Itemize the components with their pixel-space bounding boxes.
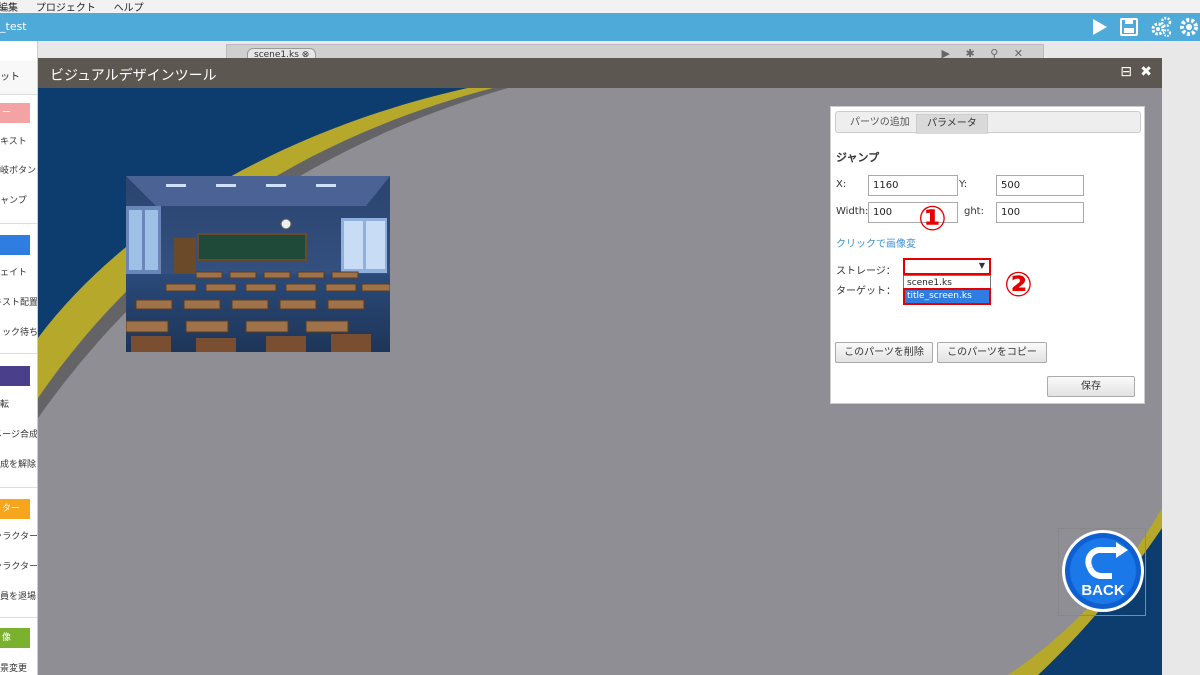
minimize-icon[interactable]: ⊟ xyxy=(1120,64,1132,80)
sidebar-divider xyxy=(0,353,37,354)
sidebar-section-header[interactable] xyxy=(0,235,30,255)
sidebar-divider xyxy=(0,487,37,488)
storage-option[interactable]: scene1.ks xyxy=(905,277,989,290)
target-label: ターゲット： xyxy=(836,286,896,297)
gears-icon[interactable] xyxy=(1150,16,1172,38)
height-input[interactable]: 100 xyxy=(996,202,1084,223)
x-input[interactable]: 1160 xyxy=(868,175,958,196)
y-label: Y: xyxy=(959,179,968,190)
sidebar-divider xyxy=(0,223,37,224)
sidebar-section-header[interactable] xyxy=(0,366,30,386)
change-image-link[interactable]: クリックで画像変 xyxy=(836,235,916,250)
sidebar-item-choice-button[interactable]: 岐ボタン xyxy=(0,163,37,176)
classroom-image[interactable] xyxy=(126,176,390,352)
callout-1: ① xyxy=(918,199,947,239)
sidebar-item-click-wait[interactable]: リック待ち xyxy=(0,325,37,338)
storage-dropdown-list: scene1.ks title_screen.ks xyxy=(903,275,991,305)
sidebar-item-transition[interactable]: 転 xyxy=(0,397,37,410)
dropdown-arrow-icon: ▼ xyxy=(978,261,985,270)
callout-2: ② xyxy=(1004,265,1033,305)
save-button[interactable]: 保存 xyxy=(1047,376,1135,397)
tab-add-parts[interactable]: パーツの追加 xyxy=(840,114,920,134)
sidebar-item-jump[interactable]: ャンプ xyxy=(0,193,37,206)
sidebar-item-text[interactable]: キスト xyxy=(0,134,37,147)
sidebar-item-background-change[interactable]: 景変更 xyxy=(0,661,37,674)
sidebar-item-character[interactable]: ャラクター xyxy=(0,529,37,542)
storage-select[interactable]: ▼ xyxy=(903,258,991,275)
sidebar-item-text-layout[interactable]: キスト配置 xyxy=(0,295,37,308)
copy-part-button[interactable]: このパーツをコピー xyxy=(937,342,1047,363)
sidebar-item-character[interactable]: ャラクター xyxy=(0,559,37,572)
parameter-panel: パーツの追加 パラメータ ジャンプ X: 1160 Y: 500 Width: … xyxy=(830,106,1145,404)
storage-label: ストレージ： xyxy=(836,266,896,277)
sidebar-item-exit-all[interactable]: 員を退場 xyxy=(0,589,37,602)
width-label: Width: xyxy=(836,206,869,217)
app-toolbar: _test xyxy=(0,13,1200,41)
part-type-heading: ジャンプ xyxy=(836,151,880,164)
save-icon[interactable] xyxy=(1118,16,1140,38)
back-button[interactable]: BACK xyxy=(1060,528,1146,614)
sidebar-item-release-composite[interactable]: 成を解除 xyxy=(0,457,37,470)
height-label: ght: xyxy=(964,206,984,217)
panel-tabs: パーツの追加 パラメータ xyxy=(835,111,1141,134)
gear-icon[interactable] xyxy=(1178,16,1200,38)
y-input[interactable]: 500 xyxy=(996,175,1084,196)
sidebar-section-header[interactable]: 像 xyxy=(0,628,30,648)
sidebar-section-header[interactable]: ー xyxy=(0,103,30,123)
sidebar-divider xyxy=(0,617,37,618)
tab-parameters[interactable]: パラメータ xyxy=(916,114,988,134)
menu-bar: 編集 プロジェクト ヘルプ xyxy=(0,0,1200,14)
delete-part-button[interactable]: このパーツを削除 xyxy=(835,342,933,363)
component-sidebar: ット ー キスト 岐ボタン ャンプ ェイト キスト配置 リック待ち 転 メージ合… xyxy=(0,41,38,675)
sidebar-section-header[interactable]: ター xyxy=(0,499,30,519)
sidebar-item-image-composite[interactable]: メージ合成 xyxy=(0,427,37,440)
back-button-label: BACK xyxy=(1081,582,1124,599)
window-title: ビジュアルデザインツール xyxy=(50,68,217,84)
sidebar-tab[interactable]: ット xyxy=(0,61,37,95)
project-name: _test xyxy=(0,20,27,33)
sidebar-item-wait[interactable]: ェイト xyxy=(0,265,37,278)
close-icon[interactable]: ✖ xyxy=(1140,64,1152,80)
x-label: X: xyxy=(836,179,847,190)
storage-option-selected[interactable]: title_screen.ks xyxy=(903,288,991,305)
play-icon[interactable] xyxy=(1088,16,1110,38)
